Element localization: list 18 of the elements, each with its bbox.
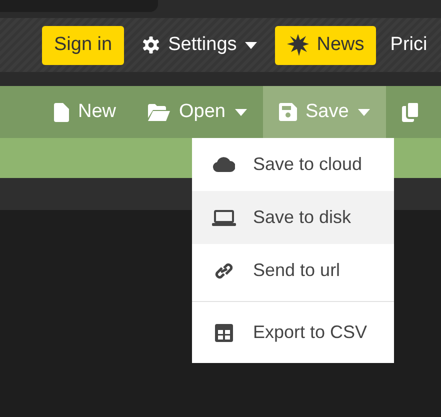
link-icon (213, 262, 235, 280)
pricing-link[interactable]: Prici (390, 34, 428, 56)
settings-menu[interactable]: Settings (138, 34, 261, 56)
cloud-icon (213, 157, 235, 172)
starburst-icon (286, 34, 309, 56)
table-icon (215, 324, 233, 342)
menu-item[interactable]: Save to cloud (192, 138, 394, 191)
caret-icon (244, 42, 257, 48)
file-icon (54, 102, 69, 122)
menu-item[interactable]: Send to url (192, 244, 394, 297)
laptop-icon (212, 210, 236, 226)
menu-item[interactable]: Save to disk (192, 191, 394, 244)
settings-icon (142, 36, 160, 54)
sign-in-button[interactable]: Sign in (42, 26, 124, 64)
folder-icon (148, 104, 170, 120)
menu-item[interactable]: Export to CSV (192, 306, 394, 359)
news-button[interactable]: News (274, 26, 376, 64)
copy-icon (402, 102, 421, 122)
